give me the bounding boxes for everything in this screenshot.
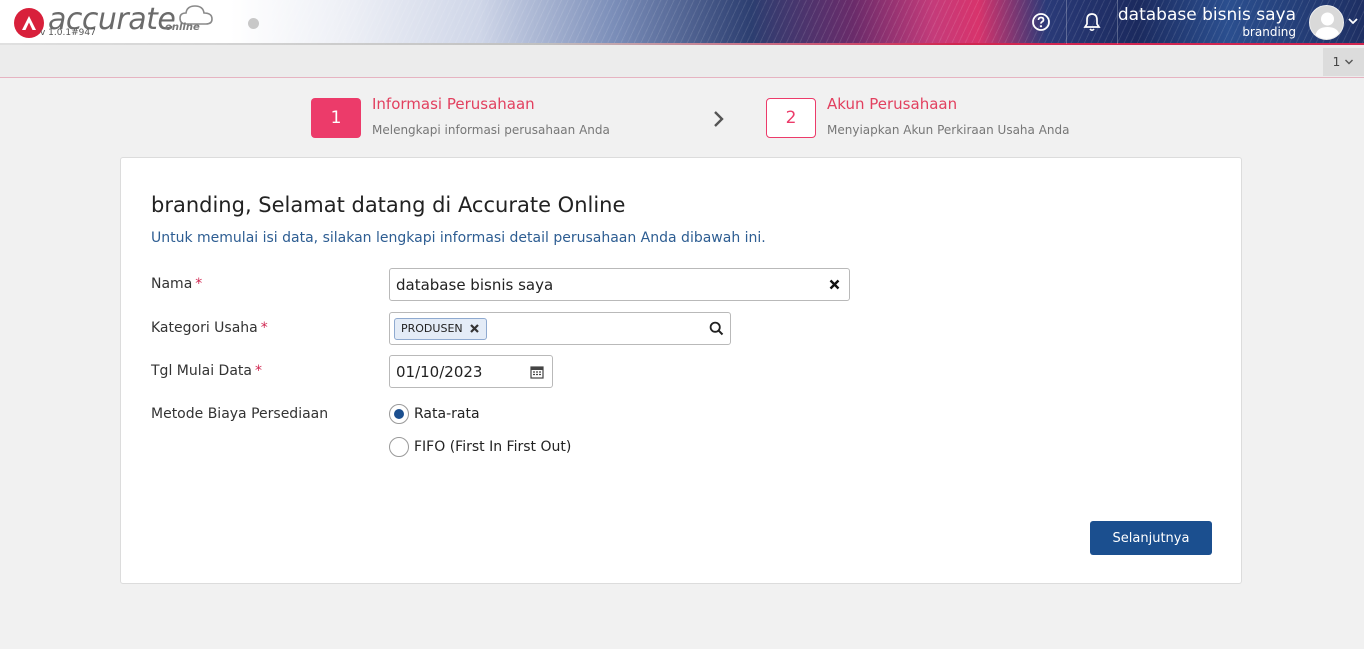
kategori-tag-label: PRODUSEN bbox=[401, 322, 463, 335]
kategori-tag: PRODUSEN bbox=[394, 317, 487, 340]
nama-input[interactable]: database bisnis saya bbox=[389, 268, 850, 301]
app-version: v 1.0.1#947 bbox=[40, 28, 96, 38]
radio-button[interactable] bbox=[389, 437, 409, 457]
radio-fifo[interactable]: FIFO (First In First Out) bbox=[389, 437, 571, 457]
metode-label: Metode Biaya Persediaan bbox=[151, 406, 329, 422]
help-button[interactable] bbox=[1016, 0, 1066, 44]
step-subtitle: Menyiapkan Akun Perkiraan Usaha Anda bbox=[827, 123, 1070, 137]
nama-value: database bisnis saya bbox=[396, 275, 554, 294]
required-marker: * bbox=[260, 320, 268, 336]
radio-label: Rata-rata bbox=[414, 406, 480, 422]
app-header: accurate online v 1.0.1#947 database bis… bbox=[0, 0, 1364, 45]
step-subtitle: Melengkapi informasi perusahaan Anda bbox=[372, 123, 610, 137]
help-icon bbox=[1032, 13, 1050, 31]
step-title: Informasi Perusahaan bbox=[372, 95, 535, 113]
open-tabs-dropdown[interactable]: 1 bbox=[1323, 48, 1364, 76]
user-role: branding bbox=[1242, 25, 1296, 39]
notification-button[interactable] bbox=[1067, 0, 1117, 44]
avatar[interactable] bbox=[1309, 5, 1344, 40]
step-number: 2 bbox=[766, 98, 816, 138]
user-company-name: database bisnis saya bbox=[1117, 5, 1296, 25]
kategori-input[interactable]: PRODUSEN bbox=[389, 312, 731, 345]
required-marker: * bbox=[254, 363, 262, 379]
chevron-down-icon bbox=[1345, 59, 1354, 65]
tgl-mulai-input[interactable]: 01/10/2023 bbox=[389, 355, 553, 388]
search-icon[interactable] bbox=[709, 321, 724, 336]
step-title: Akun Perusahaan bbox=[827, 95, 958, 113]
step-2: 2 Akun Perusahaan Menyiapkan Akun Perkir… bbox=[766, 95, 1070, 138]
tab-count: 1 bbox=[1332, 55, 1341, 69]
chevron-down-icon[interactable] bbox=[1347, 15, 1359, 27]
page-subtitle: Untuk memulai isi data, silakan lengkapi… bbox=[151, 230, 766, 246]
bell-icon bbox=[1083, 13, 1101, 32]
required-marker: * bbox=[195, 276, 203, 292]
remove-tag-icon[interactable] bbox=[469, 323, 480, 334]
tgl-label: Tgl Mulai Data * bbox=[151, 363, 262, 379]
tgl-mulai-value: 01/10/2023 bbox=[396, 362, 483, 381]
kategori-label: Kategori Usaha * bbox=[151, 320, 268, 336]
radio-rata-rata[interactable]: Rata-rata bbox=[389, 404, 480, 424]
user-menu[interactable]: database bisnis saya branding bbox=[1118, 5, 1296, 40]
close-icon[interactable] bbox=[828, 278, 841, 291]
tab-strip-underline bbox=[0, 77, 1364, 78]
company-info-card: branding, Selamat datang di Accurate Onl… bbox=[120, 157, 1242, 584]
logo-online-text: online bbox=[165, 22, 200, 33]
radio-label: FIFO (First In First Out) bbox=[414, 439, 572, 455]
chevron-right-icon bbox=[714, 111, 724, 127]
status-dot bbox=[248, 18, 259, 29]
tab-strip: 1 bbox=[0, 45, 1364, 78]
next-button[interactable]: Selanjutnya bbox=[1090, 521, 1212, 555]
page-title: branding, Selamat datang di Accurate Onl… bbox=[151, 193, 626, 217]
radio-button[interactable] bbox=[389, 404, 409, 424]
nama-label: Nama * bbox=[151, 276, 203, 292]
step-1: 1 Informasi Perusahaan Melengkapi inform… bbox=[311, 95, 610, 138]
step-number: 1 bbox=[311, 98, 361, 138]
calendar-icon[interactable] bbox=[530, 365, 544, 379]
